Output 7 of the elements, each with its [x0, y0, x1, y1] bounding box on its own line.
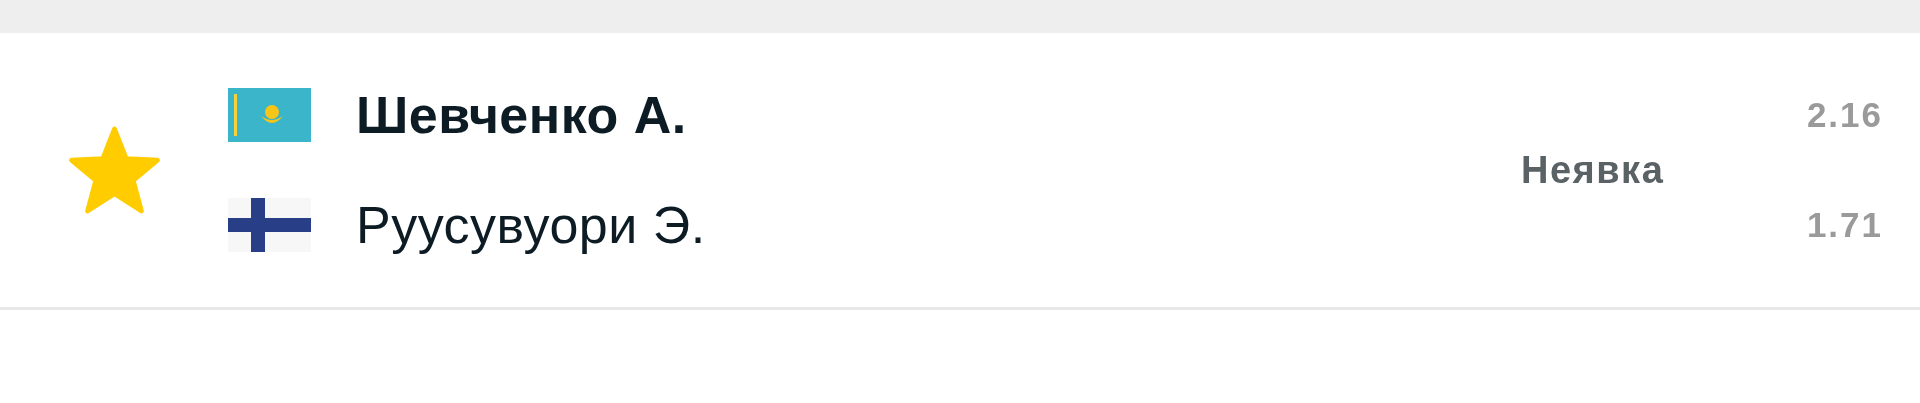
match-row[interactable]: Шевченко А. Руусувуори Э. Неявка 2.16 1.71: [0, 33, 1920, 310]
player-name: Руусувуори Э.: [356, 198, 706, 252]
star-icon[interactable]: [66, 125, 162, 215]
player-name: Шевченко А.: [356, 88, 687, 142]
match-status: Неявка: [1521, 148, 1666, 192]
odds-value: 1.71: [1806, 207, 1883, 243]
odds-value: 2.16: [1806, 97, 1883, 133]
